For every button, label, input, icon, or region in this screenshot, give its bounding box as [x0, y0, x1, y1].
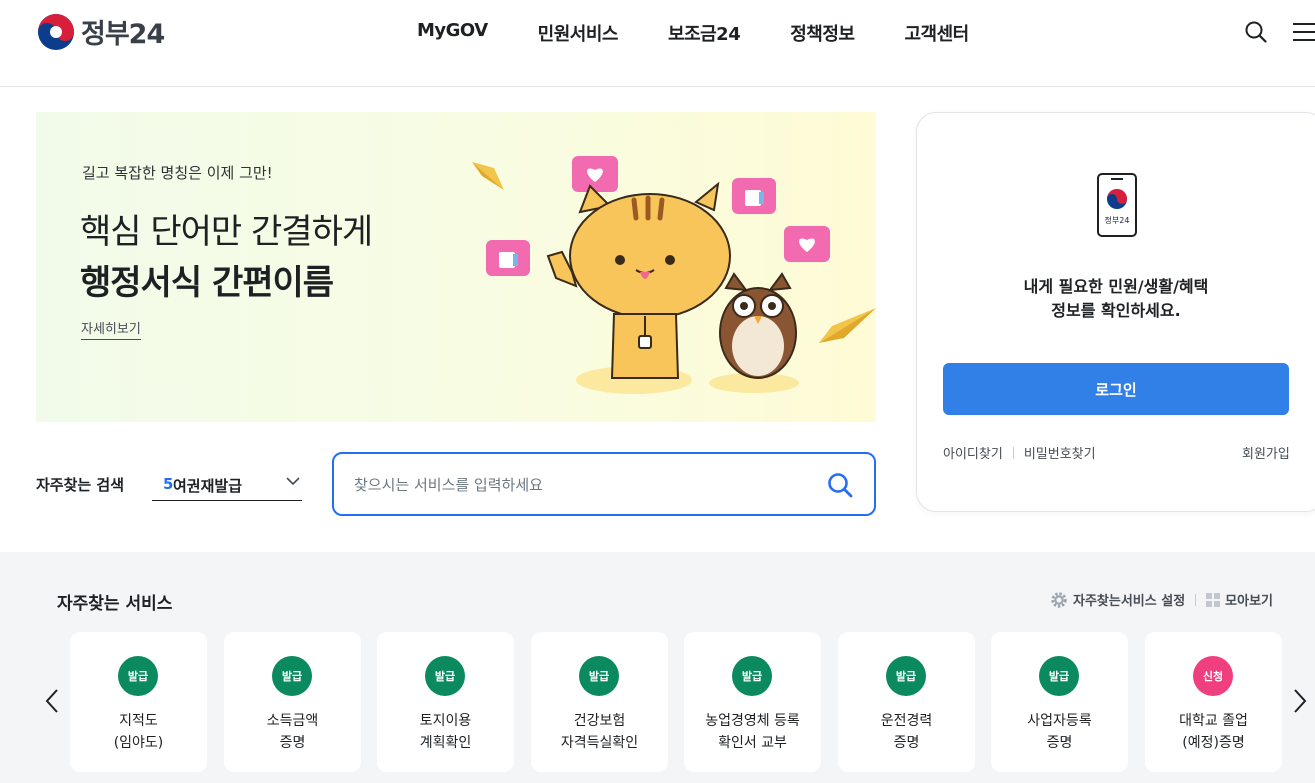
issue-badge: 발급: [886, 656, 926, 696]
service-name-line1: 지적도: [119, 713, 158, 729]
frequent-search-label: 자주찾는 검색: [36, 476, 125, 494]
nav-civil-service[interactable]: 민원서비스: [513, 20, 643, 46]
promo-banner[interactable]: 길고 복잡한 명칭은 이제 그만! 핵심 단어만 간결하게 행정서식 간편이름 …: [36, 112, 876, 422]
service-card-label: 건강보험 자격득실확인: [531, 710, 668, 754]
issue-badge: 발급: [272, 656, 312, 696]
services-settings-button[interactable]: 자주찾는서비스 설정: [1050, 590, 1185, 609]
account-links: 아이디찾기 비밀번호찾기: [943, 443, 1096, 462]
frequent-services-section: 자주찾는 서비스 자주찾는서비스 설정 모아보기 발급 지적도 (임야도) 발급…: [0, 552, 1315, 783]
banner-headline-2: 행정서식 간편이름: [80, 263, 334, 303]
service-name-line2: 증명: [279, 735, 306, 751]
service-name-line1: 소득금액: [266, 713, 319, 729]
frequent-search-dropdown[interactable]: 5 여권재발급: [152, 468, 302, 501]
login-card: 정부24 내게 필요한 민원/생활/혜택 정보를 확인하세요. 로그인 아이디찾…: [916, 112, 1315, 512]
device-logo-text: 정부24: [1105, 215, 1130, 225]
search-icon[interactable]: [1244, 20, 1268, 44]
frequent-search-term: 여권재발급: [173, 477, 243, 495]
nav-customer-center[interactable]: 고객센터: [879, 20, 993, 46]
service-name-line1: 사업자등록: [1027, 713, 1092, 729]
search-submit-icon[interactable]: [827, 472, 853, 498]
menu-icon[interactable]: [1293, 22, 1315, 42]
service-card[interactable]: 발급 농업경영체 등록 확인서 교부: [684, 632, 821, 772]
chevron-down-icon: [286, 477, 300, 486]
service-name-line2: (예정)증명: [1182, 735, 1245, 751]
service-card[interactable]: 발급 건강보험 자격득실확인: [531, 632, 668, 772]
services-settings-label: 자주찾는서비스 설정: [1073, 594, 1186, 609]
carousel-next-icon[interactable]: [1292, 688, 1308, 714]
service-name-line1: 대학교 졸업: [1179, 713, 1248, 729]
service-name-line2: 자격득실확인: [560, 735, 639, 751]
service-name-line1: 운전경력: [880, 713, 933, 729]
gear-icon: [1051, 591, 1067, 608]
login-message: 내게 필요한 민원/생활/혜택 정보를 확인하세요.: [917, 275, 1315, 323]
service-card[interactable]: 발급 소득금액 증명: [224, 632, 361, 772]
issue-badge: 발급: [1039, 656, 1079, 696]
frequent-search-rank: 5: [163, 475, 174, 493]
login-message-line1: 내게 필요한 민원/생활/혜택: [1023, 277, 1209, 296]
service-card-label: 대학교 졸업 (예정)증명: [1145, 710, 1282, 754]
find-password-link[interactable]: 비밀번호찾기: [1024, 443, 1096, 462]
mascot-illustration: [472, 156, 876, 394]
service-card-label: 지적도 (임야도): [70, 710, 207, 754]
main-nav: MyGOV 민원서비스 보조금24 정책정보 고객센터: [392, 20, 994, 46]
service-name-line2: 증명: [1046, 735, 1073, 751]
service-name-line2: 확인서 교부: [718, 735, 787, 751]
banner-more-link[interactable]: 자세히보기: [81, 318, 141, 340]
service-name-line1: 토지이용: [419, 713, 472, 729]
nav-mygov[interactable]: MyGOV: [392, 20, 513, 46]
service-card-label: 사업자등록 증명: [991, 710, 1128, 754]
banner-headline-1: 핵심 단어만 간결하게: [80, 212, 373, 252]
issue-badge: 발급: [732, 656, 772, 696]
service-card-label: 운전경력 증명: [838, 710, 975, 754]
issue-badge: 발급: [579, 656, 619, 696]
logo-text: 정부24: [81, 19, 165, 50]
service-name-line2: 계획확인: [419, 735, 472, 751]
logo[interactable]: 정부24: [37, 12, 165, 51]
service-card[interactable]: 발급 토지이용 계획확인: [377, 632, 514, 772]
grid-icon: [1206, 592, 1221, 607]
mobile-app-icon: 정부24: [1097, 173, 1137, 237]
service-card-label: 소득금액 증명: [224, 710, 361, 754]
service-name-line1: 건강보험: [573, 713, 626, 729]
issue-badge: 발급: [118, 656, 158, 696]
site-header: 정부24 MyGOV 민원서비스 보조금24 정책정보 고객센터: [0, 0, 1315, 87]
service-card-label: 농업경영체 등록 확인서 교부: [684, 710, 821, 754]
find-id-link[interactable]: 아이디찾기: [943, 443, 1003, 462]
login-button[interactable]: 로그인: [943, 363, 1289, 415]
tools-divider: [1195, 593, 1197, 606]
service-card[interactable]: 발급 지적도 (임야도): [70, 632, 207, 772]
nav-policy-info[interactable]: 정책정보: [765, 20, 879, 46]
join-link[interactable]: 회원가입: [1242, 443, 1290, 462]
view-all-label: 모아보기: [1225, 594, 1274, 609]
service-card[interactable]: 발급 사업자등록 증명: [991, 632, 1128, 772]
service-name-line2: 증명: [893, 735, 920, 751]
carousel-prev-icon[interactable]: [44, 688, 60, 714]
services-tools: 자주찾는서비스 설정 모아보기: [1050, 590, 1273, 609]
view-all-button[interactable]: 모아보기: [1206, 590, 1273, 609]
link-divider: [1012, 446, 1014, 459]
search-input[interactable]: [354, 472, 814, 498]
service-name-line2: (임야도): [113, 735, 164, 751]
login-message-line2: 정보를 확인하세요.: [1051, 301, 1181, 320]
service-card-label: 토지이용 계획확인: [377, 710, 514, 754]
service-search-box: [332, 452, 876, 516]
taegeuk-emblem-icon: [38, 13, 74, 50]
services-title: 자주찾는 서비스: [57, 594, 173, 614]
issue-badge: 발급: [425, 656, 465, 696]
apply-badge: 신청: [1193, 656, 1233, 696]
service-card[interactable]: 발급 운전경력 증명: [838, 632, 975, 772]
banner-subtitle: 길고 복잡한 명칭은 이제 그만!: [82, 164, 273, 182]
service-name-line1: 농업경영체 등록: [705, 713, 800, 729]
service-card[interactable]: 신청 대학교 졸업 (예정)증명: [1145, 632, 1282, 772]
nav-subsidy[interactable]: 보조금24: [643, 20, 765, 46]
